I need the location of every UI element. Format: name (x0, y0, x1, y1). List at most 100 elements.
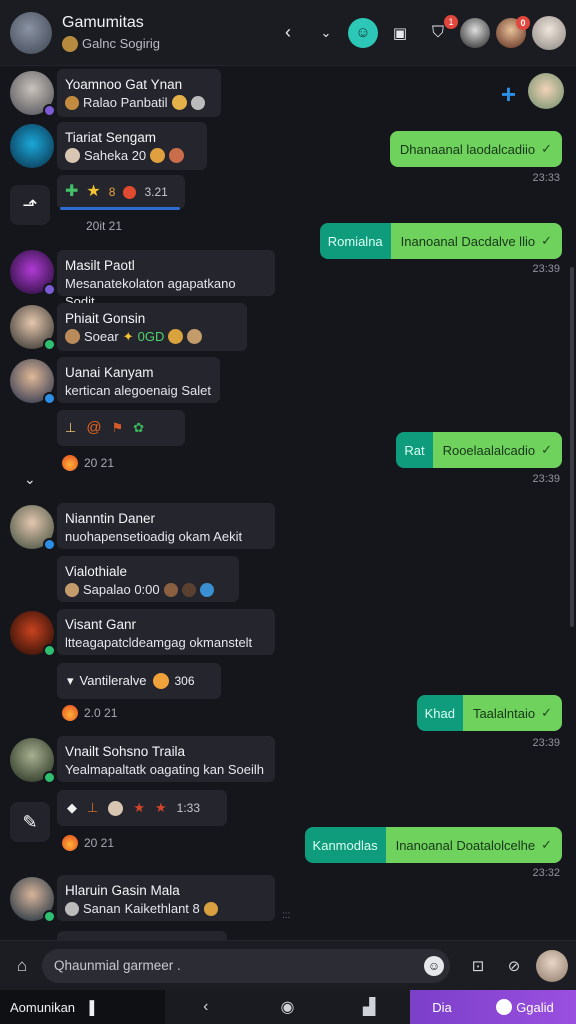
message-text: Soear ✦ 0GD (65, 328, 239, 346)
emoji-icon (171, 95, 187, 111)
sender-avatar[interactable] (10, 250, 56, 296)
message-time: 23:39 (532, 263, 560, 275)
sender-name: Masilt Paotl (65, 258, 135, 273)
message-text-content: Soear (84, 329, 119, 345)
nav-left[interactable]: Aomunikan ▐ (0, 1000, 165, 1015)
incoming-bubble[interactable]: Masilt Paotl Mesanatekolaton agapatkano … (57, 250, 275, 309)
incoming-bubble[interactable]: Uanai Kanyam kertican alegoenaig Salet (57, 357, 220, 403)
message-text: kertican alegoenaig Salet (65, 383, 211, 399)
outgoing-bubble[interactable]: Dhanaanal laodalcadiio ✓ (389, 131, 562, 167)
member-avatar-2[interactable]: 0 (496, 15, 530, 48)
sender-avatar[interactable] (10, 505, 56, 551)
nav-right-a: Dia (432, 999, 452, 1015)
message-text: Saheka 20 (65, 147, 199, 165)
group-avatar[interactable] (10, 11, 52, 54)
message-input[interactable] (54, 958, 424, 973)
status-dot (43, 644, 56, 657)
contact-avatar[interactable] (528, 73, 564, 109)
reaction-bubble[interactable]: ◆ ⊥ ★ ★ 1:33 (57, 790, 227, 826)
message-input-wrap[interactable]: ☺ (42, 948, 450, 983)
check-icon: ✓ (541, 141, 552, 156)
incoming-bubble[interactable]: Phiait Gonsin Soear ✦ 0GD (57, 303, 247, 351)
emoji-icon (168, 329, 184, 345)
back-arrow-icon[interactable]: ‹ (272, 17, 304, 49)
sender-avatar[interactable] (10, 359, 56, 405)
incoming-bubble[interactable]: Vnailt Sohsno Traila Yealmapaltatk oagat… (57, 736, 275, 782)
outgoing-bubble[interactable]: Romialna Inanoanal Dacdalve llio ✓ (319, 223, 562, 259)
nav-right[interactable]: Dia Ggalid (410, 990, 576, 1024)
emoji-icon (203, 901, 218, 916)
incoming-bubble[interactable]: Vialothiale Sapalao 0:00 (57, 556, 239, 602)
sender-avatar[interactable] (10, 305, 56, 351)
outgoing-text-content: Inanoanal Doatalolcelhe (395, 837, 536, 853)
diamond-icon: ◆ (67, 800, 77, 816)
flame-icon (62, 705, 78, 721)
outgoing-tag: Kanmodlas (304, 827, 386, 863)
sender-avatar[interactable] (10, 71, 56, 117)
message-text: Ralao Panbatil (65, 94, 213, 112)
emoji-icon (169, 148, 185, 164)
home-icon[interactable]: ⌂ (8, 952, 36, 980)
header-text[interactable]: Gamumitas Galnc Sogirig (62, 14, 232, 52)
check-icon: ✓ (541, 442, 552, 457)
sender-avatar[interactable] (10, 877, 56, 923)
send-icon[interactable]: ⊘ (500, 952, 528, 980)
message-list[interactable]: + Yoamnoo Gat Ynan Ralao Panbatil Tiaria… (0, 67, 576, 940)
bot-icon[interactable]: ☺ (348, 17, 378, 48)
back-nav-icon[interactable]: ‹ (191, 998, 221, 1016)
outgoing-bubble[interactable]: Kanmodlas Inanoanal Doatalolcelhe ✓ (304, 827, 562, 863)
flag-icon: ⚑ (111, 420, 124, 436)
scrollbar[interactable] (570, 267, 574, 627)
message-time-text: 20it 21 (86, 219, 123, 233)
shield-check-icon[interactable]: ⛉ 1 (422, 14, 458, 49)
chevron-down-icon[interactable]: ⌄ (310, 17, 342, 49)
message-text-content: Sanan (83, 901, 121, 917)
chevron-down-icon[interactable]: ⌄ (24, 471, 36, 488)
outgoing-bubble[interactable]: Rat Rooelaalalcadio ✓ (396, 432, 562, 468)
fire-icon: @ (86, 418, 102, 436)
flame-icon (62, 455, 78, 471)
check-icon: ✓ (541, 837, 552, 852)
chat-title: Gamumitas (62, 13, 144, 31)
sender-name: Visant Ganr (65, 617, 137, 632)
reply-icon[interactable]: ⬏ (10, 185, 50, 225)
incoming-bubble[interactable]: Yoamnoo Gat Ynan Ralao Panbatil (57, 69, 221, 117)
incoming-bubble[interactable]: Tiariat Sengam Saheka 20 (57, 122, 207, 170)
message-number: 306 (174, 673, 195, 688)
emoji-icon[interactable]: ☺ (424, 955, 444, 976)
home-nav-icon[interactable]: ◉ (272, 997, 302, 1017)
add-icon[interactable]: + (501, 79, 516, 110)
incoming-bubble[interactable]: Nianntin Daner nuohapensetioadig okam Ae… (57, 503, 275, 549)
attachment-icon[interactable]: ⊡ (464, 952, 492, 980)
subtitle-icon (62, 35, 78, 52)
sender-avatar[interactable] (10, 124, 54, 168)
nav-left-label: Aomunikan (10, 999, 76, 1015)
recents-nav-icon[interactable]: ▟ (354, 997, 384, 1017)
emoji-icon (163, 582, 178, 597)
sticker-icon[interactable]: ✎ (10, 802, 50, 842)
outgoing-tag: Khad (416, 695, 463, 731)
sender-avatar[interactable] (10, 738, 56, 784)
incoming-bubble[interactable]: ▾ Vantileralve 306 (57, 663, 221, 699)
reaction-bubble[interactable]: ⊥ @ ⚑ ✿ (57, 410, 185, 446)
message-text-content: Ralao Panbatil (83, 95, 168, 111)
message-text-extra: Kaikethlant 8 (124, 901, 200, 917)
flame-icon (62, 835, 78, 851)
profile-avatar[interactable] (532, 15, 566, 50)
calendar-icon[interactable]: ▣ (384, 17, 416, 49)
check-icon: ✓ (541, 233, 552, 248)
reaction-bubble[interactable]: ✚ ★ 8 3.21 (57, 175, 185, 209)
incoming-bubble[interactable]: Visant Ganr ltteagapatcldeamgag okmanste… (57, 609, 275, 655)
reaction-count: 3.21 (144, 184, 168, 199)
emoji-icon (65, 95, 79, 110)
emoji-icon (152, 673, 169, 689)
pin-icon: ⊥ (65, 420, 77, 436)
message-time: 2.0 21 (62, 705, 117, 721)
incoming-bubble[interactable]: Hlaruin Gasin Mala Sanan Kaikethlant 8 (57, 875, 275, 921)
outgoing-text: Rooelaalalcadio ✓ (432, 432, 562, 468)
message-text-content: Sapalao 0:00 (83, 582, 160, 598)
sender-avatar[interactable] (10, 611, 56, 657)
member-avatar-1[interactable] (460, 17, 490, 48)
outgoing-bubble[interactable]: Khad Taalalntaio ✓ (416, 695, 562, 731)
my-avatar[interactable] (536, 949, 568, 982)
